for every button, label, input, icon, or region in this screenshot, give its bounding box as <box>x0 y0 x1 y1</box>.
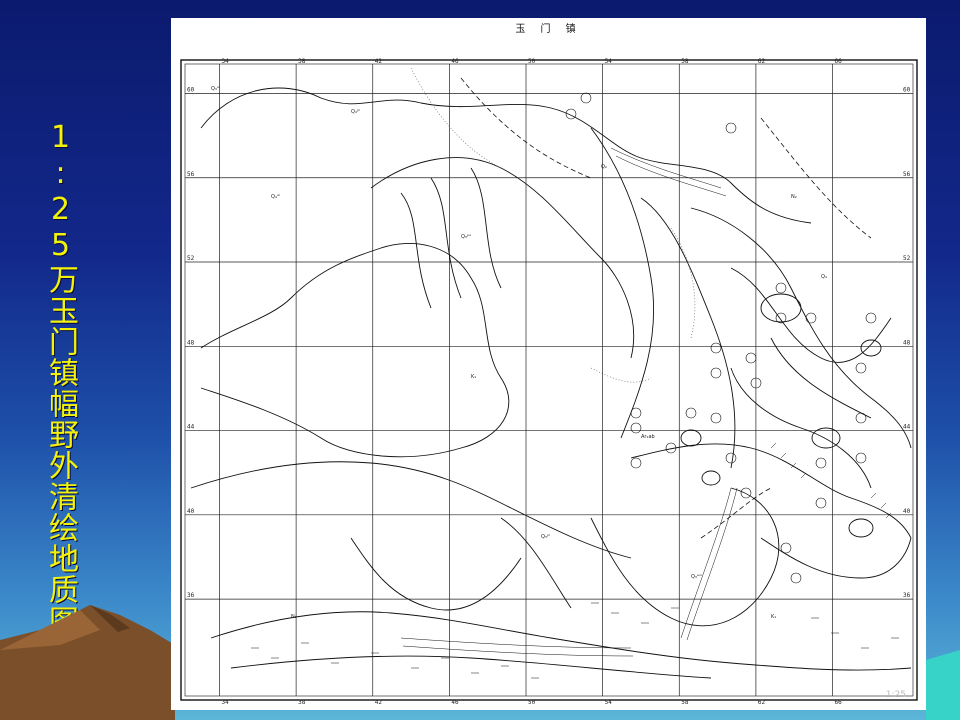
geologic-unit-label: Ar₂ab <box>641 434 655 440</box>
fault-lines <box>460 77 872 539</box>
geologic-unit-label: K₁ <box>471 374 476 380</box>
top-tick-label: 58 <box>681 58 689 65</box>
geologic-unit-label: Q₄ᵖˡ <box>351 109 360 115</box>
bottom-tick-label: 42 <box>375 699 383 706</box>
left-tick-label: 40 <box>187 508 195 515</box>
right-tick-label: 52 <box>903 255 911 262</box>
top-tick-label: 62 <box>758 58 766 65</box>
geologic-unit-label: Q₄ᵃˡ <box>271 194 280 200</box>
left-tick-label: 44 <box>187 424 195 431</box>
right-tick-label: 36 <box>903 592 911 599</box>
bottom-tick-label: 38 <box>298 699 306 706</box>
geologic-unit-label: Q₃ᵖᵃ <box>461 234 471 240</box>
bottom-tick-label: 34 <box>221 699 229 706</box>
geologic-unit-label: N₂ <box>791 194 797 200</box>
geologic-unit-label: N₂ <box>291 614 297 620</box>
left-tick-label: 56 <box>187 171 195 178</box>
top-tick-label: 42 <box>375 58 383 65</box>
hatch-patterns <box>251 442 899 679</box>
geologic-unit-label: Q₃ᵃˡ <box>211 86 220 92</box>
bottom-tick-label: 66 <box>835 699 843 706</box>
top-tick-label: 66 <box>835 58 843 65</box>
left-tick-label: 36 <box>187 592 195 599</box>
bottom-tick-label: 50 <box>528 699 536 706</box>
right-tick-label: 44 <box>903 424 911 431</box>
top-tick-label: 46 <box>451 58 459 65</box>
geologic-unit-label: Q₃ᵉᵒˡ <box>691 574 702 580</box>
geologic-unit-label: Q₄ <box>821 274 827 280</box>
bottom-tick-label: 54 <box>605 699 613 706</box>
slide-title: 1:25万玉门镇幅野外清绘地质图 <box>43 120 78 636</box>
geologic-unit-label: Q₂ <box>601 164 607 170</box>
geologic-unit-label: K₁ <box>771 614 776 620</box>
left-tick-label: 52 <box>187 255 195 262</box>
geologic-unit-label: Q₃ᵖˡ <box>541 534 550 540</box>
right-tick-label: 56 <box>903 171 911 178</box>
bottom-tick-label: 58 <box>681 699 689 706</box>
unit-labels: Q₃ᵃˡ Q₄ᵖˡ Q₄ᵃˡ Q₃ᵖᵃ Q₂ N₂ K₁ Ar₂ab Q₃ᵖˡ N₂ K₁ Q₄ Q₃ᵉ… <box>211 86 827 620</box>
top-tick-label: 38 <box>298 58 306 65</box>
geologic-boundaries <box>190 87 912 679</box>
geologic-map-sheet: 玉 门 镇 34 38 42 46 50 54 58 62 66 34 38 42 46 50 54 58 6… <box>171 18 926 710</box>
geologic-map-drawing: 34 38 42 46 50 54 58 62 66 34 38 42 46 50 54 58 62 66 60… <box>180 58 918 706</box>
corner-mark: 1:25 <box>885 690 906 700</box>
right-tick-label: 48 <box>903 339 911 346</box>
top-tick-label: 54 <box>605 58 613 65</box>
left-tick-label: 60 <box>187 86 195 93</box>
bottom-tick-label: 46 <box>451 699 459 706</box>
right-tick-label: 60 <box>903 86 911 93</box>
top-tick-label: 34 <box>221 58 229 65</box>
circle-markers <box>565 92 877 584</box>
left-tick-label: 48 <box>187 339 195 346</box>
top-tick-label: 50 <box>528 58 536 65</box>
right-tick-label: 40 <box>903 508 911 515</box>
bottom-tick-label: 62 <box>758 699 766 706</box>
